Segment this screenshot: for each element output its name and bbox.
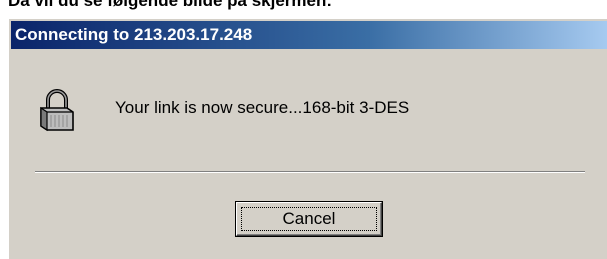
- page: Da vil du se følgende bilde på skjermen:…: [0, 0, 607, 259]
- dialog-title: Connecting to 213.203.17.248: [15, 25, 253, 44]
- page-caption: Da vil du se følgende bilde på skjermen:: [8, 0, 333, 10]
- cancel-button-label: Cancel: [241, 207, 377, 231]
- divider: [35, 171, 585, 173]
- security-message: Your link is now secure...168-bit 3-DES: [115, 98, 410, 117]
- connection-dialog: Connecting to 213.203.17.248 Your link i…: [8, 18, 607, 259]
- padlock-icon: [40, 89, 74, 132]
- dialog-titlebar[interactable]: Connecting to 213.203.17.248: [11, 21, 607, 49]
- cancel-button[interactable]: Cancel: [236, 202, 382, 236]
